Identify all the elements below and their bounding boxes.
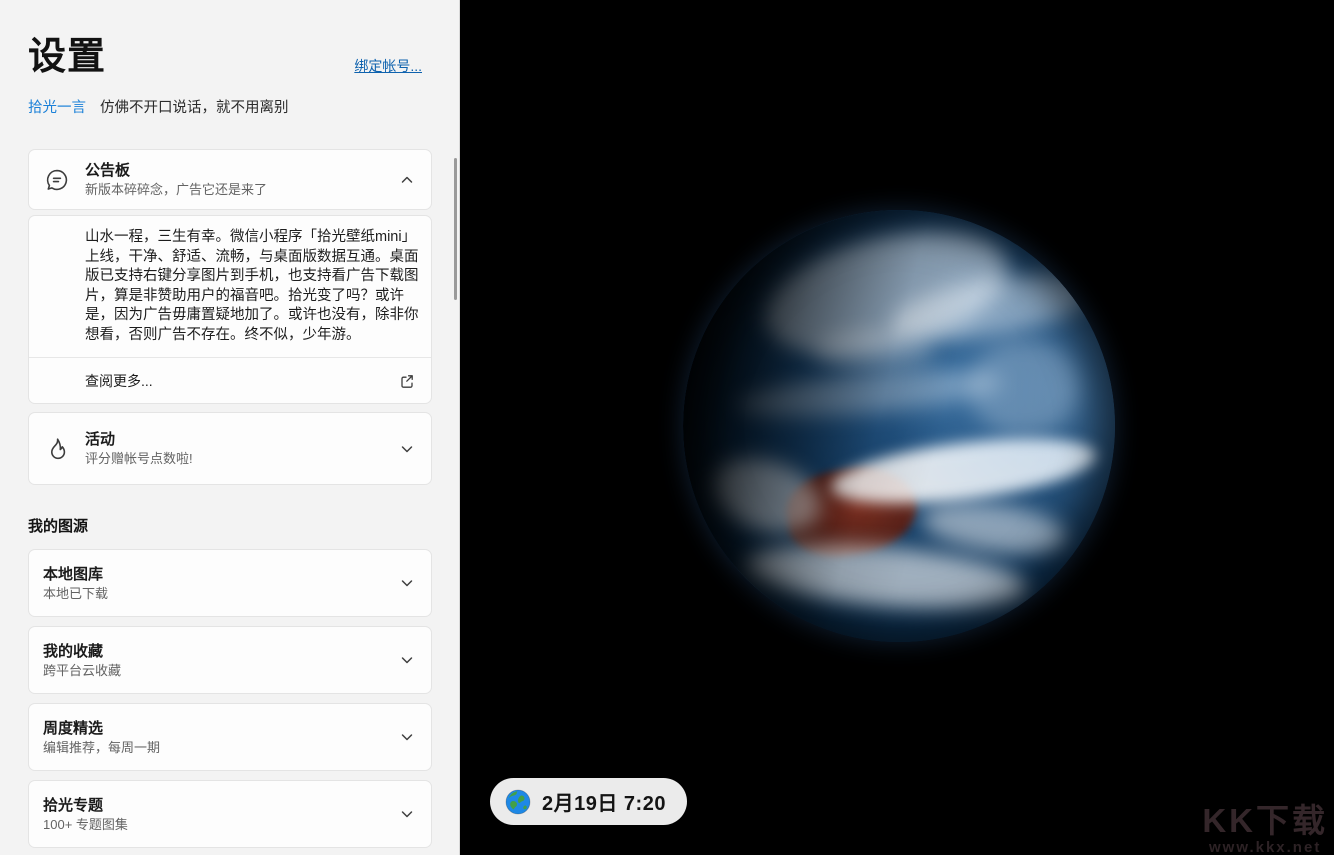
hitokoto-row: 拾光一言 仿佛不开口说话，就不用离别 xyxy=(28,96,432,117)
activity-expander-header[interactable]: 活动 评分赠帐号点数啦! xyxy=(28,412,432,485)
source-title: 拾光专题 xyxy=(43,796,399,815)
vertical-scrollbar[interactable] xyxy=(454,158,457,300)
chevron-down-icon xyxy=(399,729,415,745)
page-header: 设置 绑定帐号... xyxy=(28,34,432,80)
source-title: 周度精选 xyxy=(43,719,399,738)
source-subtitle: 编辑推荐，每周一期 xyxy=(43,739,399,756)
settings-panel: 设置 绑定帐号... 拾光一言 仿佛不开口说话，就不用离别 公告板 新版本碎碎念… xyxy=(0,0,460,855)
comment-icon xyxy=(43,166,71,194)
chevron-down-icon xyxy=(399,652,415,668)
chevron-down-icon xyxy=(399,441,415,457)
hitokoto-link[interactable]: 拾光一言 xyxy=(28,96,86,117)
watermark-title: KK下载 xyxy=(1202,804,1328,837)
source-subtitle: 跨平台云收藏 xyxy=(43,662,399,679)
announcement-expander-header[interactable]: 公告板 新版本碎碎念，广告它还是来了 xyxy=(28,149,432,210)
activity-title: 活动 xyxy=(85,430,399,449)
activity-subtitle: 评分赠帐号点数啦! xyxy=(85,450,399,467)
announcement-content: 山水一程，三生有幸。微信小程序「拾光壁纸mini」上线，干净、舒适、流畅，与桌面… xyxy=(28,215,432,404)
date-time-pill: 2月19日 7:20 xyxy=(490,778,687,825)
bind-account-link[interactable]: 绑定帐号... xyxy=(354,56,422,76)
source-subtitle: 本地已下载 xyxy=(43,585,399,602)
chevron-down-icon xyxy=(399,806,415,822)
source-subtitle: 100+ 专题图集 xyxy=(43,816,399,833)
announcement-title: 公告板 xyxy=(85,161,399,180)
source-title: 本地图库 xyxy=(43,565,399,584)
source-title: 我的收藏 xyxy=(43,642,399,661)
source-card-topics[interactable]: 拾光专题 100+ 专题图集 xyxy=(28,780,432,848)
announcement-subtitle: 新版本碎碎念，广告它还是来了 xyxy=(85,181,399,198)
globe-icon xyxy=(505,789,531,815)
flame-icon xyxy=(43,435,71,463)
source-card-local-library[interactable]: 本地图库 本地已下载 xyxy=(28,549,432,617)
external-link-icon xyxy=(399,373,415,389)
my-sources-header: 我的图源 xyxy=(28,515,432,536)
announcement-body-text: 山水一程，三生有幸。微信小程序「拾光壁纸mini」上线，干净、舒适、流畅，与桌面… xyxy=(29,216,431,357)
source-card-weekly-picks[interactable]: 周度精选 编辑推荐，每周一期 xyxy=(28,703,432,771)
watermark: KK下载 www.kkx.net xyxy=(1202,804,1328,855)
wallpaper-preview: 2月19日 7:20 KK下载 www.kkx.net xyxy=(460,0,1334,855)
chevron-up-icon xyxy=(399,172,415,188)
chevron-down-icon xyxy=(399,575,415,591)
date-time-text: 2月19日 7:20 xyxy=(542,787,666,816)
read-more-label: 查阅更多... xyxy=(85,371,399,391)
earth-image xyxy=(683,210,1115,642)
read-more-row[interactable]: 查阅更多... xyxy=(29,358,431,403)
source-card-my-favorites[interactable]: 我的收藏 跨平台云收藏 xyxy=(28,626,432,694)
watermark-url: www.kkx.net xyxy=(1202,840,1328,855)
hitokoto-quote: 仿佛不开口说话，就不用离别 xyxy=(100,96,289,117)
